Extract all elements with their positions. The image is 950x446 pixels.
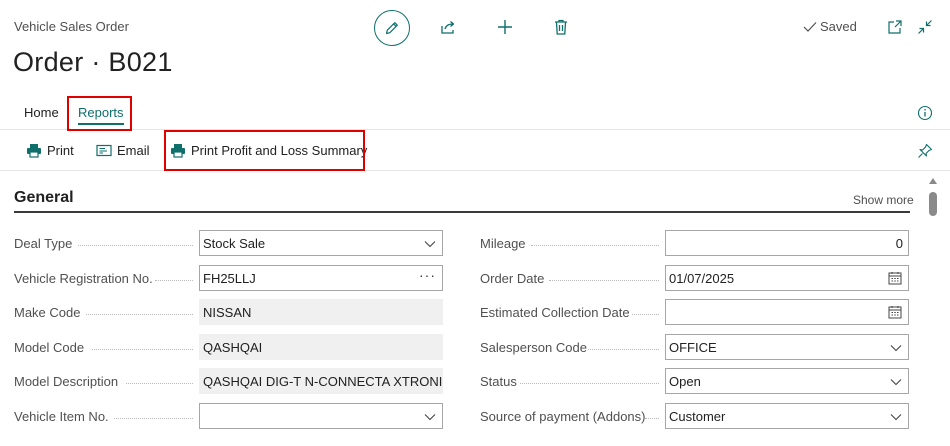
chevron-down-icon [890,340,902,355]
make-code-label: Make Code [14,305,81,320]
vehicle-item-no-label: Vehicle Item No. [14,409,109,424]
model-code-field: QASHQAI [199,334,443,360]
action-bar: Print Email Print Profit and Loss Summar… [0,130,950,171]
chevron-down-icon [890,409,902,424]
new-button[interactable] [493,15,517,39]
label-leader [114,418,193,419]
chevron-down-icon [890,374,902,389]
chevron-down-icon [424,236,436,251]
pencil-icon [385,22,398,35]
status-select[interactable]: Open [665,368,909,394]
collapse-icon [918,20,932,34]
source-of-payment-label: Source of payment (Addons) [480,409,646,424]
collapse-button[interactable] [913,15,937,39]
vehicle-item-no-select[interactable] [199,403,443,429]
estimated-collection-date-label: Estimated Collection Date [480,305,630,320]
label-leader [155,280,193,281]
status-label: Status [480,374,517,389]
unpin-icon [918,143,933,158]
show-more-link[interactable]: Show more [853,193,914,207]
model-description-field: QASHQAI DIG-T N-CONNECTA XTRONIC [199,368,443,394]
vertical-scrollbar[interactable] [926,176,940,446]
source-of-payment-select[interactable]: Customer [665,403,909,429]
open-in-new-window-icon [888,20,902,34]
label-leader [86,314,193,315]
label-leader [549,280,659,281]
section-divider [14,211,910,213]
personalize-button[interactable] [913,139,937,163]
trash-icon [555,19,567,35]
make-code-field: NISSAN [199,299,443,325]
label-leader [645,418,659,419]
page-caption: Vehicle Sales Order [14,19,129,34]
label-leader [531,245,659,246]
checkmark-icon [803,21,817,32]
chevron-down-icon [424,409,436,424]
tab-bar: Home Reports [0,96,950,131]
share-icon [441,21,455,34]
salesperson-code-label: Salesperson Code [480,340,587,355]
tab-home[interactable]: Home [24,105,59,120]
lookup-ellipsis-icon[interactable]: ··· [419,267,436,283]
model-code-label: Model Code [14,340,85,355]
estimated-collection-date-field[interactable] [665,299,909,325]
salesperson-code-select[interactable]: OFFICE [665,334,909,360]
label-leader [126,383,193,384]
label-leader [520,383,659,384]
mileage-label: Mileage [480,236,526,251]
share-button[interactable] [436,15,460,39]
printer-icon [27,144,41,158]
label-leader [588,349,659,350]
model-description-label: Model Description [14,374,119,389]
edit-button[interactable] [374,10,410,46]
calendar-icon[interactable] [888,305,902,322]
label-leader [92,349,193,350]
vehicle-registration-label: Vehicle Registration No. [14,271,153,286]
label-leader [78,245,193,246]
open-new-window-button[interactable] [883,15,907,39]
info-icon [917,105,933,121]
saved-status: Saved [803,19,857,34]
scroll-up-arrow-icon[interactable] [929,178,937,184]
section-title: General [14,189,74,206]
order-date-field[interactable]: 01/07/2025 [665,265,909,291]
mileage-field[interactable]: 0 [665,230,909,256]
calendar-icon[interactable] [888,271,902,288]
deal-type-label: Deal Type [14,236,73,251]
page-title: Order · B021 [13,47,173,77]
label-leader [632,314,659,315]
reports-highlight-box [67,96,132,131]
delete-button[interactable] [549,15,573,39]
print-action[interactable]: Print [26,143,74,158]
email-action[interactable]: Email [96,143,150,158]
scrollbar-thumb[interactable] [929,192,937,216]
info-button[interactable] [913,101,937,125]
email-icon [96,144,112,157]
order-date-label: Order Date [480,271,545,286]
plus-icon [498,20,512,34]
deal-type-select[interactable]: Stock Sale [199,230,443,256]
print-summary-highlight-box [164,130,365,171]
vehicle-registration-field[interactable]: FH25LLJ ··· [199,265,443,291]
saved-label: Saved [820,19,857,34]
